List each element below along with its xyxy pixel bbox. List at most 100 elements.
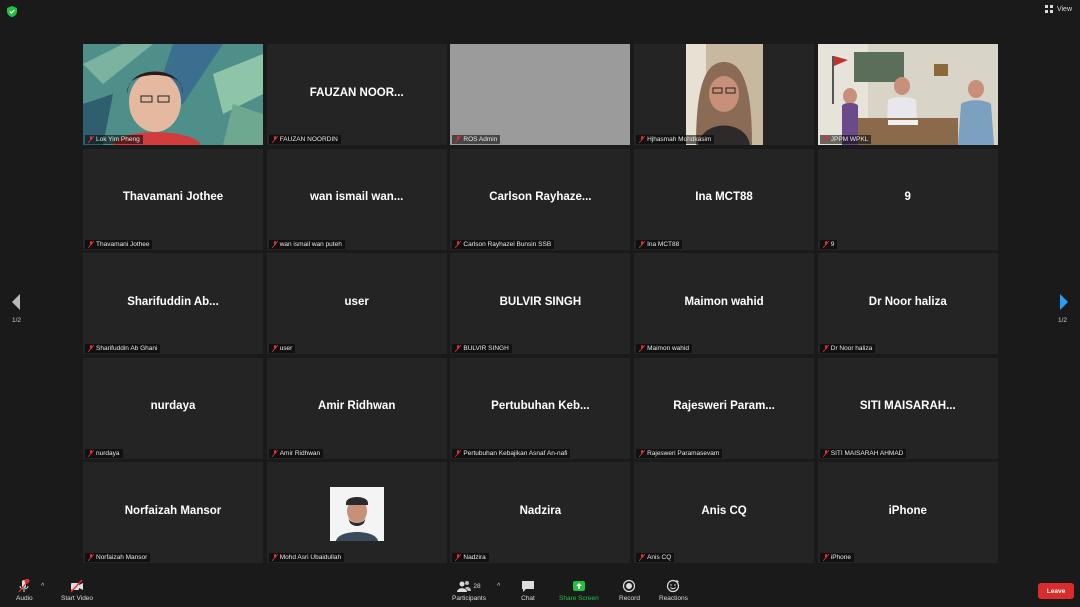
participant-tile[interactable]: Anis CQ Anis CQ [634, 462, 815, 563]
leave-button[interactable]: Leave [1038, 583, 1074, 599]
participant-tile[interactable]: nurdaya nurdaya [83, 357, 263, 459]
participant-video [83, 44, 263, 145]
participant-name-label: Pertubuhan Kebajikan Asnaf An-nafi [452, 448, 571, 458]
participant-tile[interactable]: Ina MCT88 Ina MCT88 [634, 148, 815, 250]
participant-video [686, 44, 764, 145]
participant-name-label: Thavamani Jothee [85, 239, 153, 249]
participant-display-name: Dr Noor haliza [868, 295, 947, 308]
participant-tile[interactable]: iPhone iPhone [817, 462, 998, 563]
meeting-toolbar: Audio ^ Start Video 28 Participants ^ Ch… [0, 575, 1080, 607]
muted-mic-icon [88, 136, 94, 143]
participant-name-label: ROS Admin [452, 135, 501, 144]
participant-tile[interactable]: SITI MAISARAH... SITI MAISARAH AHMAD [817, 357, 998, 459]
top-bar: View [0, 0, 1080, 24]
participant-display-name: iPhone [888, 504, 927, 517]
participant-tile[interactable]: FAUZAN NOOR... FAUZAN NOORDIN [266, 44, 447, 145]
participants-options-caret[interactable]: ^ [497, 583, 500, 590]
participant-tile[interactable]: Pertubuhan Keb... Pertubuhan Kebajikan As… [450, 357, 631, 459]
participant-tile[interactable]: Carlson Rayhaze... Carlson Rayhazel Bunsi… [450, 148, 631, 250]
view-button[interactable]: View [1044, 5, 1072, 13]
participant-tile-active-speaker[interactable]: JPPM WPKL [817, 44, 998, 145]
share-screen-label: Share Screen [559, 595, 599, 602]
participant-name-label: Carlson Rayhazel Bunsin SSB [452, 239, 555, 249]
share-screen-button[interactable]: Share Screen [559, 579, 599, 602]
participant-tile[interactable]: wan ismail wan... wan ismail wan puteh [266, 148, 447, 250]
participant-tile[interactable]: Dr Noor haliza Dr Noor haliza [817, 253, 998, 354]
participants-count: 28 [473, 582, 481, 590]
participant-tile[interactable]: Sharifuddin Ab... Sharifuddin Ab Ghani [83, 253, 263, 354]
muted-mic-icon [455, 240, 462, 248]
participant-display-name: Carlson Rayhaze... [489, 191, 592, 203]
participant-name-label: Ina MCT88 [636, 239, 683, 249]
muted-mic-icon [822, 345, 829, 352]
video-gallery: Lok Yim Pheng FAUZAN NOOR... FAUZAN NOOR… [83, 44, 998, 563]
participant-display-name: Rajesweri Param... [673, 400, 775, 412]
participant-tile[interactable]: user user [266, 253, 447, 354]
muted-mic-icon [271, 449, 278, 457]
record-button[interactable]: Record [619, 579, 640, 602]
participant-tile[interactable]: Mohd Asri Ubaidullah [266, 462, 447, 563]
participant-name-label: Amir Ridhwan [268, 448, 324, 458]
participant-display-name: Anis CQ [701, 504, 747, 517]
muted-mic-icon [639, 345, 646, 352]
participant-tile[interactable]: Amir Ridhwan Amir Ridhwan [266, 357, 447, 459]
muted-mic-icon [822, 240, 829, 248]
participants-button[interactable]: 28 Participants [452, 579, 486, 602]
participant-name-label: wan ismail wan puteh [268, 239, 345, 249]
reactions-button[interactable]: Reactions [659, 579, 688, 602]
muted-mic-icon [455, 554, 462, 561]
chat-label: Chat [521, 595, 535, 602]
participant-name-label: Sharifuddin Ab Ghani [85, 344, 161, 353]
participant-name-label: user [268, 344, 296, 353]
participant-display-name: BULVIR SINGH [499, 295, 582, 308]
muted-mic-icon [271, 554, 278, 561]
muted-mic-icon [639, 240, 646, 248]
muted-mic-icon [455, 345, 462, 352]
participant-name-label: iPhone [819, 553, 854, 562]
participant-name-label: 9 [819, 239, 838, 249]
participant-display-name: Norfaizah Mansor [124, 504, 222, 517]
participant-tile[interactable]: Maimon wahid Maimon wahid [634, 253, 815, 354]
participant-name-label: Norfaizah Mansor [85, 553, 151, 562]
page-indicator-left: 1/2 [12, 317, 22, 324]
reactions-label: Reactions [659, 595, 688, 602]
participant-tile[interactable]: ROS Admin [450, 44, 631, 145]
participants-icon [457, 581, 472, 592]
page-indicator-right: 1/2 [1058, 317, 1068, 324]
muted-mic-icon [822, 449, 829, 457]
audio-label: Audio [16, 595, 33, 602]
participant-name-label: Mohd Asri Ubaidullah [268, 553, 345, 562]
participant-name-label: BULVIR SINGH [452, 344, 512, 353]
participant-tile[interactable]: Rajesweri Param... Rajesweri Paramasevam [634, 357, 815, 459]
next-page-arrow-icon[interactable] [1058, 293, 1070, 311]
participant-display-name: 9 [904, 191, 911, 203]
participant-tile[interactable]: Norfaizah Mansor Norfaizah Mansor [83, 462, 263, 563]
audio-options-caret[interactable]: ^ [41, 583, 44, 590]
participant-video [817, 44, 998, 145]
audio-button[interactable]: Audio [16, 579, 33, 602]
participant-tile[interactable]: 99 [817, 148, 998, 250]
participant-name-label: SITI MAISARAH AHMAD [819, 448, 907, 458]
muted-mic-icon [271, 240, 278, 248]
muted-mic-icon [88, 240, 94, 248]
participant-tile[interactable]: Thavamani Jothee Thavamani Jothee [83, 148, 263, 250]
muted-mic-icon [271, 136, 278, 143]
start-video-label: Start Video [61, 595, 94, 602]
participant-tile[interactable]: Nadzira Nadzira [450, 462, 631, 563]
participant-tile[interactable]: Lok Yim Pheng [83, 44, 263, 145]
participant-tile[interactable]: BULVIR SINGH BULVIR SINGH [450, 253, 631, 354]
participant-name-label: nurdaya [85, 448, 123, 458]
participant-display-name: Amir Ridhwan [318, 400, 396, 412]
participant-display-name: user [344, 295, 369, 308]
chat-button[interactable]: Chat [521, 579, 535, 602]
participant-display-name: Thavamani Jothee [122, 191, 224, 203]
muted-mic-icon [455, 136, 462, 143]
record-icon [623, 579, 636, 593]
participant-profile-picture [329, 487, 384, 541]
security-shield-icon[interactable] [7, 6, 17, 17]
participant-tile[interactable]: Hjhasmah Mohdkasim [634, 44, 815, 145]
previous-page-arrow-icon[interactable] [10, 293, 22, 311]
muted-mic-icon [88, 449, 94, 457]
view-label: View [1056, 5, 1072, 13]
start-video-button[interactable]: Start Video [61, 579, 93, 602]
